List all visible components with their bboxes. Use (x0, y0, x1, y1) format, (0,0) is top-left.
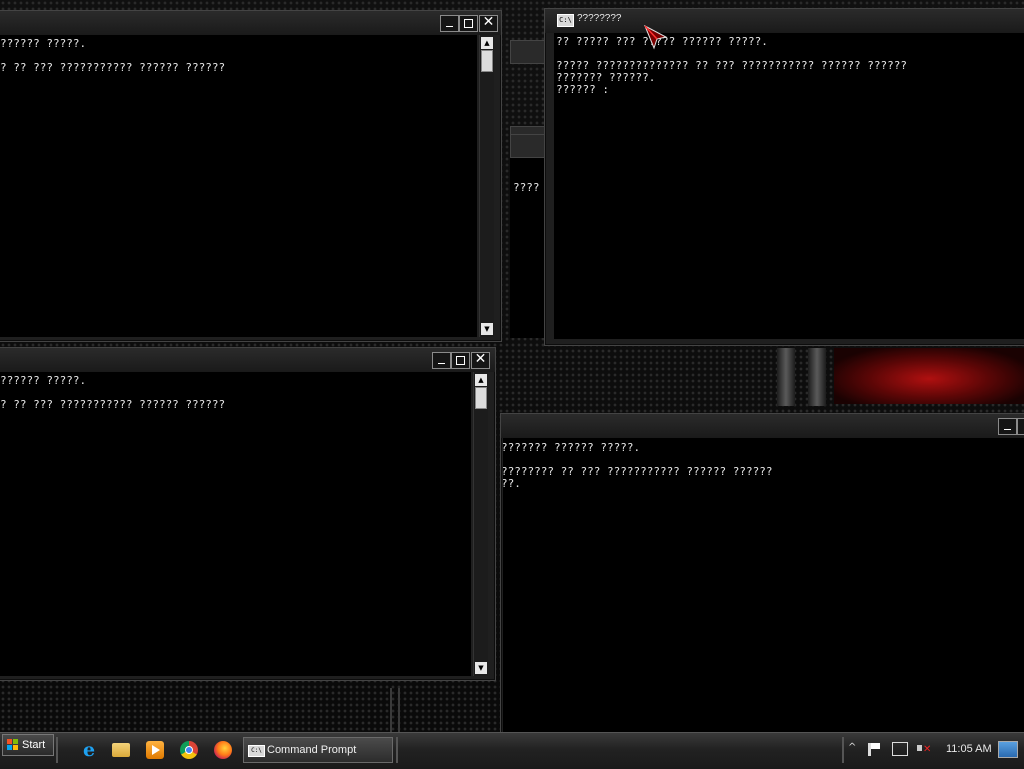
maximize-button[interactable] (1017, 418, 1024, 435)
clock[interactable]: 11:05 AM (946, 743, 992, 755)
background-window-titlebar[interactable] (510, 134, 546, 158)
maximize-button[interactable] (459, 15, 478, 32)
console-line: ??????? ?????? ?????. (503, 441, 641, 454)
command-prompt-icon: C:\ (557, 14, 574, 27)
scrollbar-thumb[interactable] (481, 50, 493, 72)
console-output[interactable]: ?? ????? ??? ????? ?????? ?????. ????? ?… (554, 33, 1024, 339)
console-window-bottom-right[interactable]: ??????? ?????? ?????. ???????? ?? ??? ??… (500, 413, 1024, 745)
console-window-top-right[interactable]: C:\ ???????? ?? ????? ??? ????? ?????? ?… (544, 8, 1024, 346)
background-window-titlebar[interactable] (510, 40, 546, 64)
console-window-top-left[interactable]: ✕ ?????? ?????. ? ?? ??? ??????????? ???… (0, 10, 502, 342)
minimize-button[interactable] (432, 352, 451, 369)
minimize-button[interactable] (440, 15, 459, 32)
window-titlebar[interactable]: ✕ (0, 348, 495, 372)
window-titlebar[interactable]: ✕ (0, 11, 501, 35)
mouse-cursor-icon (644, 25, 668, 50)
console-output[interactable]: ?????? ?????. ? ?? ??? ??????????? ?????… (0, 372, 471, 676)
console-prompt-line[interactable]: ?????? : (556, 84, 609, 96)
vertical-scrollbar[interactable]: ▲ ▼ (479, 35, 494, 337)
windows-logo-icon (7, 739, 18, 750)
folder-icon[interactable] (112, 743, 130, 757)
scrollbar-thumb[interactable] (475, 387, 487, 409)
vertical-scrollbar[interactable]: ▲ ▼ (473, 372, 488, 676)
console-line: ??. (503, 477, 521, 490)
start-button[interactable]: Start (2, 734, 54, 756)
minimize-button[interactable] (998, 418, 1017, 435)
console-line: ???????? ?? ??? ??????????? ?????? ?????… (503, 465, 773, 478)
console-line: ? ?? ??? ??????????? ?????? ?????? (0, 398, 226, 411)
window-titlebar[interactable]: C:\ ???????? (545, 9, 1024, 33)
desktop-stripe (398, 688, 400, 732)
volume-muted-icon[interactable] (917, 742, 931, 756)
scroll-up-arrow-icon[interactable]: ▲ (475, 374, 487, 386)
chrome-icon[interactable] (180, 741, 198, 759)
scroll-up-arrow-icon[interactable]: ▲ (481, 37, 493, 49)
desktop-red-glow (834, 348, 1024, 404)
tray-separator (842, 737, 844, 763)
ie-icon[interactable]: e (79, 740, 99, 760)
command-prompt-icon: C:\ (248, 745, 265, 757)
network-icon[interactable] (892, 742, 908, 756)
maximize-button[interactable] (451, 352, 470, 369)
taskbar-item-command-prompt[interactable]: C:\ Command Prompt (243, 737, 393, 763)
close-button[interactable]: ✕ (471, 352, 490, 369)
taskbar-separator (396, 737, 398, 763)
scroll-down-arrow-icon[interactable]: ▼ (475, 662, 487, 674)
taskbar: Start e C:\ Command Prompt ^ 11:05 AM (0, 732, 1024, 769)
desktop-pillar (777, 348, 795, 406)
start-label: Start (22, 739, 46, 751)
show-hidden-icons-chevron-icon[interactable]: ^ (848, 742, 856, 753)
console-output[interactable]: ?????? ?????. ? ?? ??? ??????????? ?????… (0, 35, 477, 337)
console-line: ?????? ?????. (0, 37, 87, 50)
action-center-flag-icon[interactable] (868, 743, 880, 756)
scroll-down-arrow-icon[interactable]: ▼ (481, 323, 493, 335)
console-window-bottom-left[interactable]: ✕ ?????? ?????. ? ?? ??? ??????????? ???… (0, 347, 496, 681)
show-desktop-icon[interactable] (998, 741, 1018, 758)
media-player-icon[interactable] (146, 741, 164, 759)
desktop-pillar (808, 348, 826, 406)
window-titlebar[interactable] (501, 414, 1024, 438)
firefox-icon[interactable] (214, 741, 232, 759)
console-line: ? ?? ??? ??????????? ?????? ?????? (0, 61, 226, 74)
console-line: ?????? ?????. (0, 374, 87, 387)
window-title: ???????? (577, 13, 622, 24)
background-console: ???? (510, 158, 544, 338)
close-button[interactable]: ✕ (479, 15, 498, 32)
taskbar-item-label: Command Prompt (267, 744, 357, 756)
background-console-text: ???? (513, 181, 540, 194)
console-output[interactable]: ??????? ?????? ?????. ???????? ?? ??? ??… (503, 438, 1024, 744)
desktop-stripe (390, 688, 392, 732)
taskbar-separator (56, 737, 58, 763)
